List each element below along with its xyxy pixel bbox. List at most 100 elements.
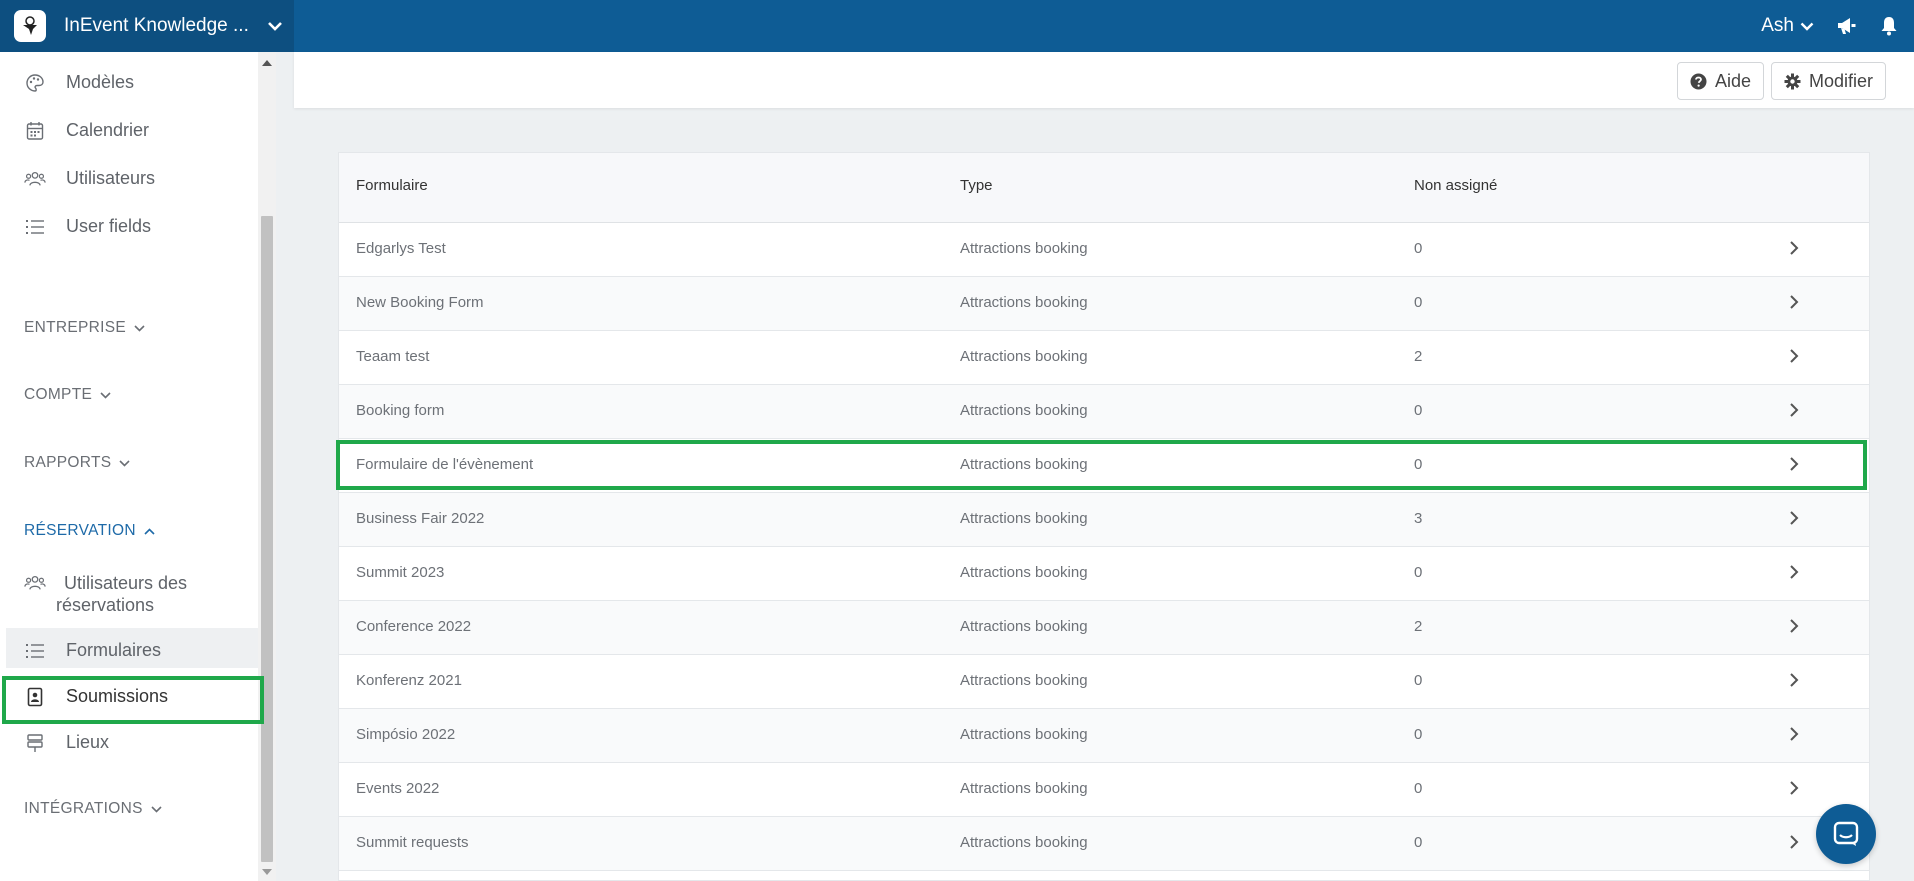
chevron-down-icon bbox=[134, 324, 145, 332]
sidebar-item-label: Formulaires bbox=[66, 640, 162, 660]
unassigned-cell: 0 bbox=[1414, 402, 1423, 419]
sidebar-item-users[interactable]: Utilisateurs bbox=[24, 168, 155, 189]
label-line-1: Utilisateurs des bbox=[64, 573, 188, 593]
section-integrations[interactable]: INTÉGRATIONS bbox=[24, 800, 162, 818]
top-bar: InEvent Knowledge ... Ash bbox=[0, 0, 1914, 52]
chevron-right-icon[interactable] bbox=[1789, 402, 1799, 418]
chevron-down-icon bbox=[1800, 22, 1814, 31]
type-cell: Attractions booking bbox=[960, 402, 1088, 419]
table-row[interactable]: Events 2022 Attractions booking 0 bbox=[339, 763, 1869, 817]
list-icon bbox=[24, 642, 46, 660]
unassigned-cell: 0 bbox=[1414, 780, 1423, 797]
table-row[interactable]: Business Fair 2022 Attractions booking 3 bbox=[339, 493, 1869, 547]
unassigned-cell: 2 bbox=[1414, 348, 1423, 365]
chevron-right-icon[interactable] bbox=[1789, 294, 1799, 310]
table-row[interactable]: Teaam test Attractions booking 2 bbox=[339, 331, 1869, 385]
bell-icon[interactable] bbox=[1880, 16, 1898, 36]
table-row[interactable]: Summit requests Attractions booking 0 bbox=[339, 817, 1869, 871]
sidebar-item-venues[interactable]: Lieux bbox=[24, 732, 109, 753]
section-label: COMPTE bbox=[24, 386, 93, 403]
unassigned-cell: 0 bbox=[1414, 564, 1423, 581]
column-header-form: Formulaire bbox=[356, 177, 428, 194]
chevron-down-icon bbox=[151, 805, 162, 813]
table-row[interactable]: Edgarlys Test Attractions booking 0 bbox=[339, 223, 1869, 277]
table-row[interactable]: Conference 2022 Attractions booking 2 bbox=[339, 601, 1869, 655]
table-row[interactable]: Simpósio 2022 Attractions booking 0 bbox=[339, 709, 1869, 763]
table-row[interactable]: Summit 2023 Attractions booking 0 bbox=[339, 547, 1869, 601]
chevron-right-icon[interactable] bbox=[1789, 564, 1799, 580]
form-name-cell: Booking form bbox=[356, 402, 445, 419]
chevron-down-icon bbox=[119, 459, 130, 467]
sidebar-item-calendar[interactable]: Calendrier bbox=[24, 120, 149, 141]
sidebar-item-forms[interactable]: Formulaires bbox=[24, 640, 161, 661]
chevron-right-icon[interactable] bbox=[1789, 240, 1799, 256]
chevron-right-icon[interactable] bbox=[1789, 618, 1799, 634]
sidebar-item-label: Utilisateurs bbox=[66, 168, 156, 188]
sidebar-item-user-fields[interactable]: User fields bbox=[24, 216, 151, 237]
chevron-right-icon[interactable] bbox=[1789, 348, 1799, 364]
chevron-right-icon[interactable] bbox=[1789, 780, 1799, 796]
sidebar-scrollbar[interactable] bbox=[258, 52, 276, 881]
unassigned-cell: 3 bbox=[1414, 510, 1423, 527]
sidebar-item-templates[interactable]: Modèles bbox=[24, 72, 134, 93]
chevron-right-icon[interactable] bbox=[1789, 726, 1799, 742]
section-label: RÉSERVATION bbox=[24, 522, 136, 539]
sidebar-item-label: Utilisateurs des réservations bbox=[56, 572, 188, 616]
table-row[interactable]: Konferenz 2021 Attractions booking 0 bbox=[339, 655, 1869, 709]
chevron-right-icon[interactable] bbox=[1789, 672, 1799, 688]
form-name-cell: Simpósio 2022 bbox=[356, 726, 456, 743]
gear-icon bbox=[1784, 73, 1801, 90]
help-button[interactable]: Aide bbox=[1677, 62, 1765, 100]
chat-icon bbox=[1833, 821, 1859, 846]
edit-button[interactable]: Modifier bbox=[1771, 62, 1887, 100]
section-reports[interactable]: RAPPORTS bbox=[24, 454, 130, 472]
type-cell: Attractions booking bbox=[960, 348, 1088, 365]
edit-label: Modifier bbox=[1809, 70, 1874, 91]
form-name-cell: Edgarlys Test bbox=[356, 240, 446, 257]
form-name-cell: Events 2022 bbox=[356, 780, 440, 797]
form-name-cell: Business Fair 2022 bbox=[356, 510, 485, 527]
type-cell: Attractions booking bbox=[960, 618, 1088, 635]
chevron-right-icon[interactable] bbox=[1789, 834, 1799, 850]
form-name-cell: New Booking Form bbox=[356, 294, 484, 311]
sidebar-item-reservation-users[interactable]: Utilisateurs des réservations bbox=[24, 572, 187, 616]
highlight-frame bbox=[2, 676, 264, 724]
form-name-cell: Teaam test bbox=[356, 348, 430, 365]
type-cell: Attractions booking bbox=[960, 510, 1088, 527]
users-icon bbox=[24, 574, 46, 592]
unassigned-cell: 0 bbox=[1414, 672, 1423, 689]
chat-launcher-button[interactable] bbox=[1816, 804, 1876, 864]
scroll-up-icon[interactable] bbox=[262, 60, 272, 66]
section-account[interactable]: COMPTE bbox=[24, 386, 111, 404]
form-name-cell: Conference 2022 bbox=[356, 618, 472, 635]
scrollbar-thumb[interactable] bbox=[261, 216, 273, 862]
form-name-cell: Summit requests bbox=[356, 834, 469, 851]
section-company[interactable]: ENTREPRISE bbox=[24, 319, 145, 337]
type-cell: Attractions booking bbox=[960, 240, 1088, 257]
palette-icon bbox=[24, 73, 46, 93]
form-name-cell: Konferenz 2021 bbox=[356, 672, 462, 689]
organization-name: InEvent Knowledge ... bbox=[64, 15, 249, 36]
organization-logo bbox=[14, 10, 46, 42]
chevron-right-icon[interactable] bbox=[1789, 510, 1799, 526]
chevron-up-icon bbox=[144, 527, 155, 535]
page-header: Aide Modifier bbox=[294, 52, 1914, 108]
unassigned-cell: 0 bbox=[1414, 834, 1423, 851]
sidebar: Modèles Calendrier Utilisateurs User fie… bbox=[0, 52, 294, 881]
table-row[interactable]: New Booking Form Attractions booking 0 bbox=[339, 277, 1869, 331]
unassigned-cell: 0 bbox=[1414, 240, 1423, 257]
signpost-icon bbox=[24, 733, 46, 753]
organization-switcher[interactable]: InEvent Knowledge ... bbox=[0, 0, 294, 52]
megaphone-icon[interactable] bbox=[1836, 16, 1858, 36]
calendar-icon bbox=[24, 121, 46, 141]
table-row[interactable]: Booking form Attractions booking 0 bbox=[339, 385, 1869, 439]
user-menu[interactable]: Ash bbox=[1761, 15, 1814, 37]
type-cell: Attractions booking bbox=[960, 780, 1088, 797]
section-label: INTÉGRATIONS bbox=[24, 800, 143, 817]
scroll-down-icon[interactable] bbox=[262, 869, 272, 875]
question-circle-icon bbox=[1690, 73, 1707, 90]
section-reservation[interactable]: RÉSERVATION bbox=[24, 522, 155, 540]
unassigned-cell: 0 bbox=[1414, 294, 1423, 311]
column-header-type: Type bbox=[960, 177, 993, 194]
sidebar-item-label: User fields bbox=[66, 216, 152, 236]
